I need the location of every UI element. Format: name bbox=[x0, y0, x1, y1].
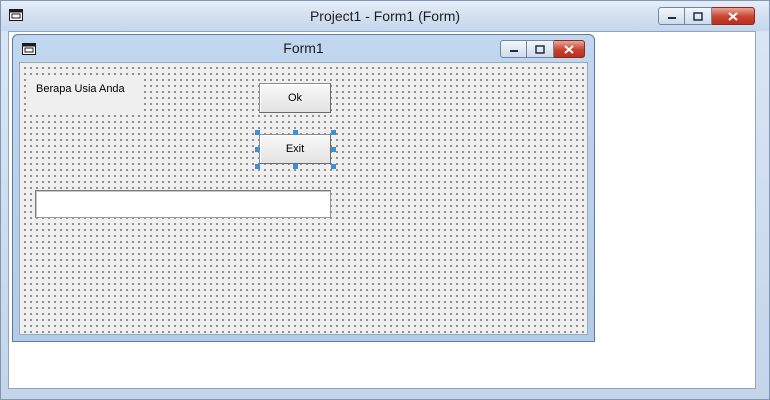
designer-close-button[interactable] bbox=[712, 7, 755, 25]
designer-titlebar[interactable]: Project1 - Form1 (Form) bbox=[1, 1, 769, 31]
designer-minimize-button[interactable] bbox=[658, 7, 685, 25]
designer-window-controls bbox=[658, 7, 755, 25]
close-icon bbox=[564, 44, 574, 54]
designer-maximize-button[interactable] bbox=[685, 7, 712, 25]
selection-handle-bottom-center[interactable] bbox=[293, 164, 298, 169]
form1-window[interactable]: Form1 Berapa Usia Anda Ok Exit bbox=[12, 34, 595, 342]
close-icon bbox=[728, 11, 738, 21]
selection-handle-top-center[interactable] bbox=[293, 130, 298, 135]
maximize-icon bbox=[535, 44, 545, 54]
selection-handle-bottom-right[interactable] bbox=[331, 164, 336, 169]
exit-button[interactable]: Exit bbox=[259, 134, 331, 164]
age-textbox[interactable] bbox=[35, 190, 331, 218]
selection-handle-bottom-left[interactable] bbox=[255, 164, 260, 169]
minimize-icon bbox=[667, 17, 676, 19]
form1-design-surface[interactable]: Berapa Usia Anda Ok Exit bbox=[19, 62, 588, 335]
form1-close-button[interactable] bbox=[554, 40, 585, 58]
form1-titlebar[interactable]: Form1 bbox=[13, 35, 594, 61]
selection-handle-middle-right[interactable] bbox=[331, 147, 336, 152]
selection-handle-middle-left[interactable] bbox=[255, 147, 260, 152]
form1-window-controls bbox=[500, 40, 585, 58]
maximize-icon bbox=[693, 11, 703, 21]
ok-button[interactable]: Ok bbox=[259, 83, 331, 113]
selection-handle-top-left[interactable] bbox=[255, 130, 260, 135]
designer-title: Project1 - Form1 (Form) bbox=[309, 8, 461, 24]
form1-minimize-button[interactable] bbox=[500, 40, 527, 58]
age-question-label[interactable]: Berapa Usia Anda bbox=[30, 77, 140, 111]
form1-maximize-button[interactable] bbox=[527, 40, 554, 58]
selection-handle-top-right[interactable] bbox=[331, 130, 336, 135]
minimize-icon bbox=[509, 50, 518, 52]
